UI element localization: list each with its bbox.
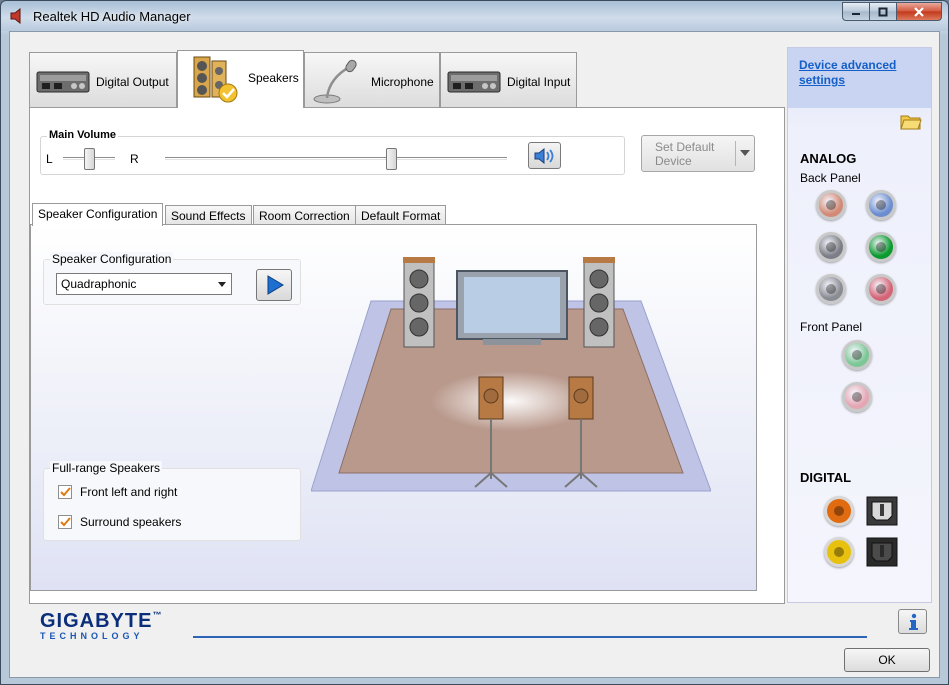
close-button[interactable] xyxy=(896,2,942,21)
test-play-button[interactable] xyxy=(256,269,292,301)
app-window: Realtek HD Audio Manager Digital Output xyxy=(0,0,949,685)
speaker-config-title: Speaker Configuration xyxy=(50,252,174,266)
room-speaker-illustration[interactable] xyxy=(311,251,711,541)
info-button[interactable] xyxy=(898,609,927,634)
digital-heading: DIGITAL xyxy=(800,470,852,485)
analog-heading: ANALOG xyxy=(800,151,857,166)
tab-digital-input-label: Digital Input xyxy=(507,75,571,89)
tab-room-correction[interactable]: Room Correction xyxy=(253,205,356,225)
back-panel-jack[interactable] xyxy=(816,274,846,304)
speaker-config-value: Quadraphonic xyxy=(61,277,137,291)
tab-default-format[interactable]: Default Format xyxy=(355,205,447,225)
front-panel-jack[interactable] xyxy=(842,340,872,370)
check-icon xyxy=(60,487,71,497)
close-icon xyxy=(914,6,924,17)
balance-right-label: R xyxy=(130,152,139,166)
surround-speakers-checkbox[interactable] xyxy=(58,515,72,529)
title-bar[interactable]: Realtek HD Audio Manager xyxy=(1,1,948,31)
play-icon xyxy=(267,275,284,295)
device-advanced-settings-link[interactable]: Device advanced settings xyxy=(799,58,919,88)
digital-output-icon xyxy=(36,71,90,93)
window-title: Realtek HD Audio Manager xyxy=(33,9,191,24)
mute-button[interactable] xyxy=(528,142,561,169)
coaxial-jack[interactable] xyxy=(824,496,854,526)
tab-speakers-label: Speakers xyxy=(248,71,299,85)
optical-port-icon[interactable] xyxy=(866,496,898,526)
realtek-speaker-icon xyxy=(10,8,21,24)
back-panel-jack[interactable] xyxy=(816,232,846,262)
front-panel-jack[interactable] xyxy=(842,382,872,412)
coaxial-jack[interactable] xyxy=(824,537,854,567)
main-volume-title: Main Volume xyxy=(47,129,119,141)
balance-slider-thumb[interactable] xyxy=(84,148,95,170)
speakers-panel: Main Volume L R Set Default Device Speak… xyxy=(29,107,785,604)
surround-speakers-label: Surround speakers xyxy=(80,515,182,529)
main-volume-group: Main Volume L R xyxy=(40,129,625,175)
brand-trademark: ™ xyxy=(152,610,163,620)
microphone-icon xyxy=(313,59,357,104)
back-panel-jack[interactable] xyxy=(866,190,896,220)
speaker-config-group: Speaker Configuration Quadraphonic xyxy=(43,252,301,305)
tab-sound-effects[interactable]: Sound Effects xyxy=(165,205,252,225)
set-default-label-2: Device xyxy=(655,154,692,168)
speaker-config-select[interactable]: Quadraphonic xyxy=(56,273,232,295)
back-panel-jack[interactable] xyxy=(866,274,896,304)
digital-input-icon xyxy=(447,71,501,93)
set-default-device-button[interactable]: Set Default Device xyxy=(641,135,755,172)
set-default-divider xyxy=(735,141,736,166)
folder-icon[interactable] xyxy=(900,112,922,130)
speaker-configuration-panel: Speaker Configuration Quadraphonic Full-… xyxy=(30,224,757,591)
select-arrow-icon xyxy=(218,282,226,287)
full-range-title: Full-range Speakers xyxy=(50,461,163,475)
back-panel-label: Back Panel xyxy=(800,171,861,185)
gigabyte-logo: GIGABYTE™ TECHNOLOGY xyxy=(40,610,162,641)
ok-button[interactable]: OK xyxy=(844,648,930,672)
back-panel-jack[interactable] xyxy=(866,232,896,262)
front-panel-label: Front Panel xyxy=(800,320,863,334)
set-default-label-1: Set Default xyxy=(655,140,715,154)
tab-digital-output[interactable]: Digital Output xyxy=(29,52,177,108)
front-left-right-checkbox[interactable] xyxy=(58,485,72,499)
window-controls xyxy=(842,2,942,22)
brand-name: GIGABYTE xyxy=(40,610,153,632)
speakers-icon xyxy=(193,56,238,103)
minimize-button[interactable] xyxy=(842,2,870,21)
tab-speakers[interactable]: Speakers xyxy=(177,50,304,108)
tab-digital-output-label: Digital Output xyxy=(96,75,169,89)
volume-speaker-icon xyxy=(534,147,554,165)
tab-microphone-label: Microphone xyxy=(371,75,434,89)
check-icon xyxy=(60,517,71,527)
minimize-icon xyxy=(852,12,860,15)
full-range-speakers-group: Full-range Speakers Front left and right… xyxy=(43,461,301,541)
connector-panel: Device advanced settings ANALOG Back Pan… xyxy=(787,47,932,603)
tab-digital-input[interactable]: Digital Input xyxy=(440,52,577,108)
volume-track xyxy=(165,157,507,160)
front-left-right-label: Front left and right xyxy=(80,485,178,499)
maximize-button[interactable] xyxy=(869,2,897,21)
tab-speaker-configuration[interactable]: Speaker Configuration xyxy=(32,203,164,226)
tab-microphone[interactable]: Microphone xyxy=(304,52,440,108)
dropdown-arrow-icon[interactable] xyxy=(740,150,750,156)
optical-port-icon[interactable] xyxy=(866,537,898,567)
balance-left-label: L xyxy=(46,152,53,166)
client-area: Digital Output Speakers Microphone Digit… xyxy=(9,31,940,678)
back-panel-jack[interactable] xyxy=(816,190,846,220)
info-icon xyxy=(909,613,918,630)
advanced-settings-area: Device advanced settings xyxy=(788,48,931,108)
maximize-icon xyxy=(878,7,888,16)
volume-slider-thumb[interactable] xyxy=(385,148,397,170)
brand-divider xyxy=(193,636,867,638)
